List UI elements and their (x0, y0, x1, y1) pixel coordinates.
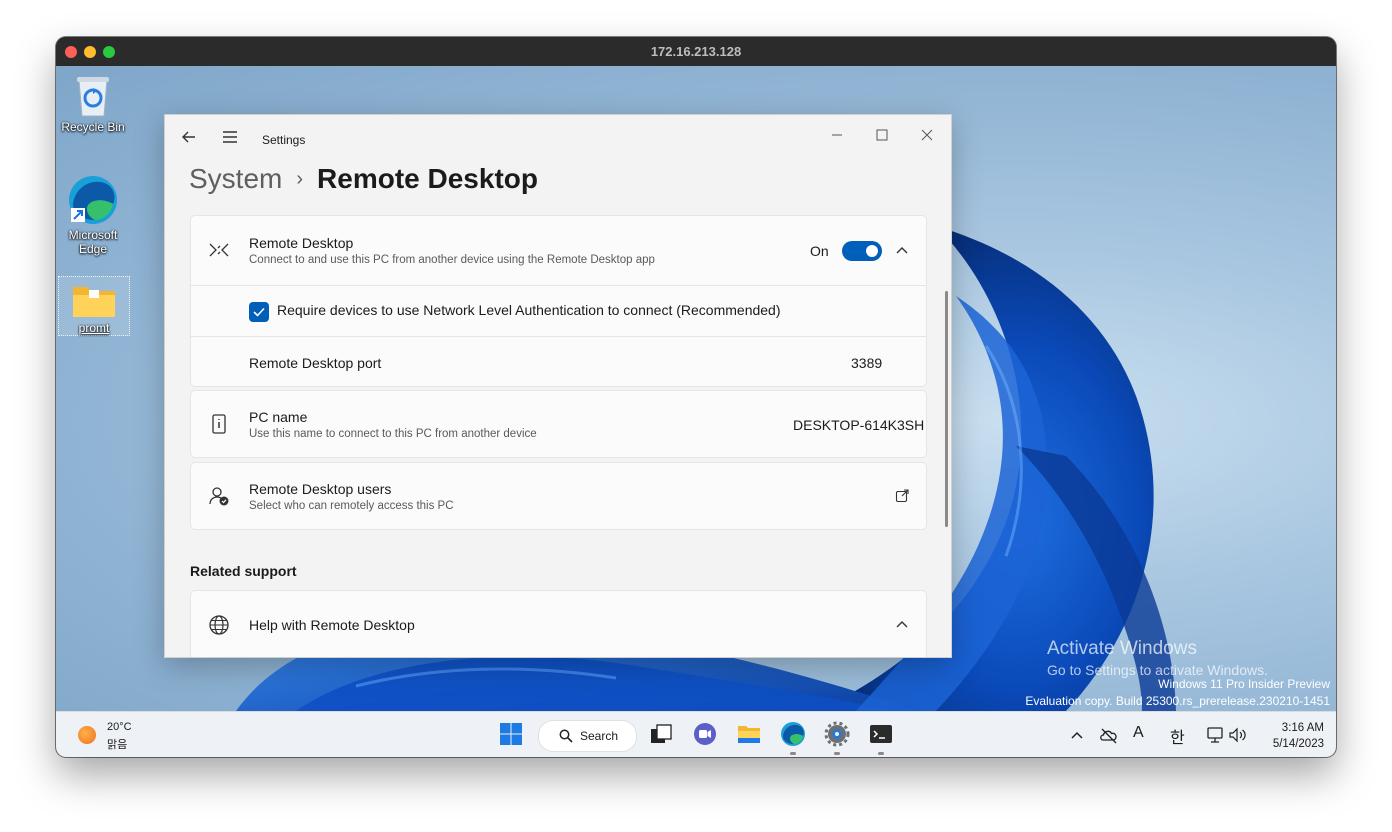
file-explorer-icon[interactable] (736, 721, 762, 747)
nla-checkbox[interactable] (249, 302, 269, 322)
open-external-icon[interactable] (894, 488, 910, 504)
desktop-icon-label: Recycle Bin (61, 120, 125, 134)
desktop-icon-recycle-bin[interactable]: Recycle Bin (58, 74, 128, 134)
remote-desktop-title: Remote Desktop (249, 235, 354, 251)
clock-date: 5/14/2023 (1272, 738, 1324, 750)
settings-gear-icon[interactable] (824, 721, 850, 747)
chevron-up-icon[interactable] (894, 243, 910, 259)
remote-desktop-users-card[interactable]: Remote Desktop users Select who can remo… (190, 462, 927, 530)
remote-desktop-toggle[interactable] (842, 241, 882, 261)
vm-address-title: 172.16.213.128 (650, 44, 742, 59)
desktop-icon-label: promt (78, 321, 110, 335)
desktop-icon-label: Microsoft Edge (68, 228, 118, 256)
network-volume-icon[interactable] (1206, 724, 1248, 746)
recycle-bin-icon (77, 77, 109, 117)
build-watermark: Windows 11 Pro Insider Preview Evaluatio… (1025, 676, 1330, 710)
weather-condition: 맑음 (107, 739, 128, 751)
build-number: Evaluation copy. Build 25300.rs_prerelea… (1025, 694, 1330, 708)
pc-name-subtitle: Use this name to connect to this PC from… (249, 428, 537, 440)
toggle-knob (866, 245, 878, 257)
mac-window: 172.16.213.128 Recycle Bin Microsoft Edg… (56, 37, 1336, 757)
help-title: Help with Remote Desktop (249, 617, 415, 633)
remote-desktop-card: Remote Desktop Connect to and use this P… (190, 215, 927, 387)
build-edition: Windows 11 Pro Insider Preview (1158, 677, 1330, 691)
port-value: 3389 (851, 355, 883, 371)
ime-indicator[interactable]: 한 (1170, 724, 1185, 748)
checkmark-icon (253, 307, 265, 317)
desktop: Recycle Bin Microsoft Edge promt Activat… (56, 66, 1336, 711)
running-indicator (834, 752, 840, 755)
breadcrumb-parent[interactable]: System (189, 163, 282, 194)
sun-icon (78, 726, 96, 744)
windows-start-icon[interactable] (498, 721, 524, 747)
chevron-up-icon[interactable] (1068, 724, 1086, 746)
hamburger-menu-icon[interactable] (220, 127, 240, 147)
globe-icon (209, 615, 229, 635)
taskbar-search[interactable]: Search (538, 720, 637, 752)
task-view-icon[interactable] (648, 721, 674, 747)
minimize-button[interactable] (822, 121, 852, 149)
nla-label: Require devices to use Network Level Aut… (277, 302, 781, 318)
remote-desktop-subtitle: Connect to and use this PC from another … (249, 254, 655, 266)
page-title: Remote Desktop (317, 163, 538, 194)
port-row: Remote Desktop port 3389 (191, 337, 926, 386)
related-support-heading: Related support (190, 563, 297, 579)
maximize-button[interactable] (867, 121, 897, 149)
mac-titlebar: 172.16.213.128 (56, 37, 1336, 66)
settings-window: Settings System › Remote Desktop Remote De… (164, 114, 952, 658)
chevron-up-icon[interactable] (894, 617, 910, 633)
activate-windows-title: Activate Windows (1047, 638, 1197, 659)
weather-temperature: 20°C (107, 721, 132, 733)
clock-time: 3:16 AM (1281, 722, 1324, 734)
pc-name-card: PC name Use this name to connect to this… (190, 390, 927, 458)
teams-chat-icon[interactable] (692, 721, 718, 747)
port-label: Remote Desktop port (249, 355, 382, 371)
breadcrumb: System › Remote Desktop (189, 162, 538, 199)
pc-info-icon (212, 414, 226, 434)
running-indicator (878, 752, 884, 755)
clock[interactable]: 3:16 AM 5/14/2023 (1254, 720, 1324, 752)
remote-desktop-row[interactable]: Remote Desktop Connect to and use this P… (191, 216, 926, 285)
search-label: Search (580, 729, 619, 743)
nla-row[interactable]: Require devices to use Network Level Aut… (191, 286, 926, 336)
close-button[interactable] (912, 121, 942, 149)
running-indicator (790, 752, 796, 755)
desktop-icon-promt-folder[interactable]: promt (58, 276, 130, 336)
app-title: Settings (262, 133, 306, 147)
settings-titlebar: Settings (165, 115, 951, 159)
back-arrow-icon[interactable] (179, 127, 199, 147)
taskbar: 20°C 맑음 Search A 한 3:16 AM 5/14/2023 (56, 711, 1336, 757)
edge-icon (69, 176, 117, 224)
users-title: Remote Desktop users (249, 481, 392, 497)
search-icon (559, 729, 573, 743)
terminal-icon[interactable] (868, 721, 894, 747)
remote-desktop-icon (209, 243, 229, 257)
pc-name-title: PC name (249, 409, 308, 425)
users-subtitle: Select who can remotely access this PC (249, 500, 454, 512)
folder-icon (73, 287, 115, 317)
edge-icon[interactable] (780, 721, 806, 747)
help-card[interactable]: Help with Remote Desktop (190, 590, 927, 657)
pc-name-value: DESKTOP-614K3SH (793, 417, 925, 433)
toggle-state-label: On (810, 243, 829, 259)
breadcrumb-separator: › (296, 168, 304, 190)
font-indicator-label[interactable]: A (1133, 724, 1144, 742)
desktop-icon-edge[interactable]: Microsoft Edge (58, 174, 128, 256)
onedrive-offline-icon[interactable] (1098, 724, 1120, 746)
user-check-icon (209, 487, 229, 506)
scrollbar[interactable] (945, 291, 948, 527)
